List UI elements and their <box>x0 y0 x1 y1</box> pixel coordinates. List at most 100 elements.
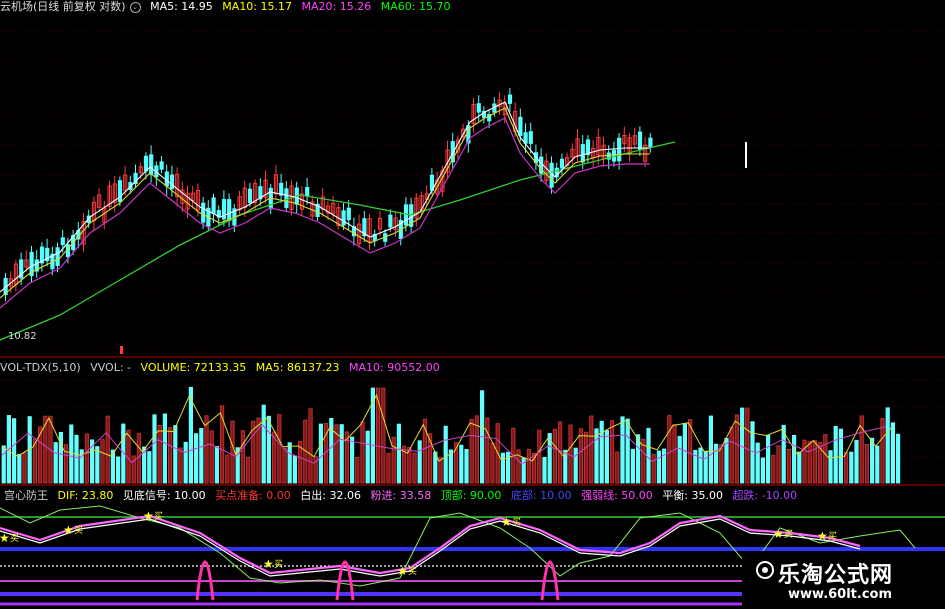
volume-svg[interactable] <box>0 360 945 487</box>
candle <box>211 197 216 214</box>
volume-bar <box>199 428 204 484</box>
low-price-label: 10.82 <box>8 331 37 342</box>
volume-bar <box>17 453 22 484</box>
volume-bar <box>672 424 677 484</box>
candle <box>617 137 622 162</box>
volume-bar <box>84 433 89 484</box>
vol-ma10-value: MA10: 90552.00 <box>348 361 440 374</box>
volume-pane[interactable] <box>0 360 945 487</box>
volume-bar <box>620 416 625 484</box>
candle <box>305 187 310 197</box>
buy-star-icon: ★ <box>63 523 74 537</box>
volume-bar <box>802 439 807 484</box>
candle <box>169 174 175 190</box>
candle <box>507 94 513 104</box>
buy-prep-value: 买点准备: 0.00 <box>215 489 291 502</box>
chevron-down-icon[interactable]: ⌄ <box>129 1 141 13</box>
volume-bar <box>734 414 740 484</box>
volume-bar <box>412 452 417 484</box>
volume-bar <box>266 415 272 484</box>
candle <box>279 182 284 196</box>
volume-bar <box>724 437 729 484</box>
volume-bar <box>152 414 157 484</box>
volume-bar <box>318 423 324 484</box>
volume-bar <box>490 442 495 484</box>
volume-bar <box>214 445 219 484</box>
volume-bar <box>776 445 781 484</box>
volume-bar <box>864 444 870 484</box>
volume-bar <box>365 430 370 484</box>
candle <box>341 210 346 226</box>
ma60-line <box>0 141 676 341</box>
price-chart-pane[interactable] <box>0 0 945 358</box>
candle <box>284 188 289 209</box>
candle <box>637 131 643 150</box>
volume-bar <box>786 448 792 484</box>
buy-star-icon: ★ <box>501 515 512 529</box>
volume-bar <box>812 440 818 484</box>
volume-bar <box>245 456 251 484</box>
volume-bar <box>183 441 188 484</box>
volume-bar <box>568 424 573 484</box>
volume-bar <box>615 451 620 484</box>
volume-bar <box>740 407 745 484</box>
balance-value: 平衡: 35.00 <box>662 489 724 502</box>
buy-star-icon: ★ <box>143 509 154 523</box>
watermark-url: www.60lt.com <box>788 587 893 602</box>
volume-bar <box>157 424 162 484</box>
buy-signal-label: 买 <box>408 566 417 577</box>
candle <box>346 207 351 221</box>
volume-bar <box>677 435 682 484</box>
volume-bar <box>807 441 812 484</box>
buy-signal-label: 买 <box>10 533 19 544</box>
indicator-name: 宫心防王 <box>4 489 48 502</box>
candle <box>528 131 533 144</box>
bottom-value: 底部: 10.00 <box>510 489 572 502</box>
stock-title: 云机场(日线 前复权 对数) <box>0 0 126 13</box>
volume-bar <box>573 447 578 484</box>
volume-bar <box>360 421 365 484</box>
volume-bar <box>708 415 714 484</box>
volume-bar <box>469 419 474 484</box>
buy-signal-label: 买 <box>784 529 793 540</box>
candle <box>117 180 123 203</box>
volume-bar <box>625 418 630 484</box>
indicator-header: 宫心防王 DIF: 23.80 见底信号: 10.00 买点准备: 0.00 白… <box>0 489 803 503</box>
volume-bar <box>22 452 27 484</box>
volume-bar <box>116 456 121 484</box>
whiteout-value: 白出: 32.06 <box>300 489 361 502</box>
ma10-value: MA10: 15.17 <box>222 0 293 13</box>
brand-logo-icon <box>756 561 774 579</box>
volume-bar <box>178 447 183 484</box>
volume-bar <box>485 417 490 484</box>
candle <box>518 116 523 136</box>
watermark-brand: 乐淘公式网 <box>778 562 894 588</box>
volume-bar <box>667 415 672 484</box>
volume-bar <box>100 439 105 484</box>
volume-bar <box>74 434 79 484</box>
volume-bar <box>230 420 235 484</box>
volume-bar <box>349 436 355 484</box>
buy-signal-label: 买 <box>512 517 521 528</box>
ma60-value: MA60: 15.70 <box>380 0 451 13</box>
price-chart-svg[interactable] <box>0 0 945 358</box>
volume-bar <box>287 442 292 484</box>
volume-bar <box>459 444 464 484</box>
buy-star-icon: ★ <box>397 564 408 578</box>
volume-bar <box>745 407 750 484</box>
volume-bar <box>838 428 844 484</box>
volume-bar <box>69 424 74 484</box>
candle <box>149 154 154 175</box>
volume-bar <box>396 423 402 484</box>
candle <box>523 132 528 144</box>
volume-bar <box>599 420 604 484</box>
candle <box>559 158 565 169</box>
oversold-value: 超跌: -10.00 <box>732 489 798 502</box>
volume-bar <box>766 434 771 484</box>
volume-bar <box>589 415 594 484</box>
volume-bar <box>240 430 245 484</box>
volume-bar <box>828 450 833 484</box>
volume-bar <box>381 387 386 484</box>
buy-signal-label: 买 <box>74 525 83 536</box>
volume-bar <box>105 415 110 484</box>
